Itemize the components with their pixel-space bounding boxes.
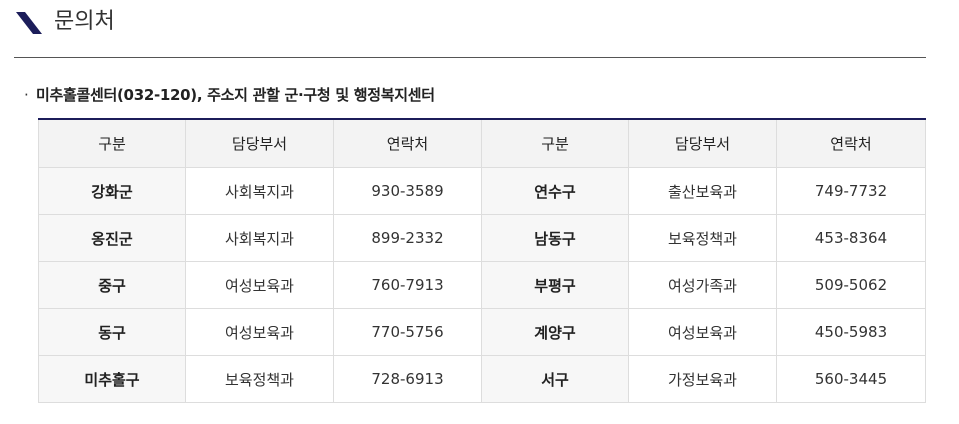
phone-number: 899-2332 — [333, 214, 482, 262]
department-name: 출산보육과 — [628, 167, 777, 215]
slash-mark-icon — [16, 12, 42, 34]
phone-number: 770-5756 — [333, 308, 482, 356]
district-name: 서구 — [481, 355, 629, 403]
table-row: 옹진군 사회복지과 899-2332 남동구 보육정책과 453-8364 — [38, 214, 926, 262]
section-header: 문의처 — [14, 4, 926, 58]
phone-number: 749-7732 — [776, 167, 926, 215]
phone-number: 509-5062 — [776, 261, 926, 309]
phone-number: 450-5983 — [776, 308, 926, 356]
column-header-division: 구분 — [38, 118, 186, 168]
table-row: 중구 여성보육과 760-7913 부평구 여성가족과 509-5062 — [38, 261, 926, 309]
table-row: 미추홀구 보육정책과 728-6913 서구 가정보육과 560-3445 — [38, 355, 926, 403]
page-title: 문의처 — [54, 9, 115, 34]
contact-intro-text: 미추홀콜센터(032-120), 주소지 관할 군·구청 및 행정복지센터 — [36, 86, 435, 104]
table-header-row: 구분 담당부서 연락처 구분 담당부서 연락처 — [38, 118, 926, 168]
phone-number: 453-8364 — [776, 214, 926, 262]
column-header-department: 담당부서 — [628, 118, 777, 168]
district-name: 중구 — [38, 261, 186, 309]
table-row: 동구 여성보육과 770-5756 계양구 여성보육과 450-5983 — [38, 308, 926, 356]
table-row: 강화군 사회복지과 930-3589 연수구 출산보육과 749-7732 — [38, 167, 926, 215]
district-name: 미추홀구 — [38, 355, 186, 403]
column-header-contact: 연락처 — [776, 118, 926, 168]
phone-number: 930-3589 — [333, 167, 482, 215]
contact-table: 구분 담당부서 연락처 구분 담당부서 연락처 강화군 사회복지과 930-35… — [38, 118, 926, 403]
department-name: 여성보육과 — [185, 261, 334, 309]
district-name: 부평구 — [481, 261, 629, 309]
column-header-department: 담당부서 — [185, 118, 334, 168]
phone-number: 760-7913 — [333, 261, 482, 309]
bullet-icon: · — [24, 86, 29, 104]
phone-number: 560-3445 — [776, 355, 926, 403]
district-name: 동구 — [38, 308, 186, 356]
department-name: 여성보육과 — [628, 308, 777, 356]
department-name: 여성가족과 — [628, 261, 777, 309]
district-name: 남동구 — [481, 214, 629, 262]
district-name: 옹진군 — [38, 214, 186, 262]
department-name: 보육정책과 — [185, 355, 334, 403]
column-header-division: 구분 — [481, 118, 629, 168]
contact-intro: · 미추홀콜센터(032-120), 주소지 관할 군·구청 및 행정복지센터 — [24, 84, 435, 106]
phone-number: 728-6913 — [333, 355, 482, 403]
department-name: 사회복지과 — [185, 167, 334, 215]
department-name: 가정보육과 — [628, 355, 777, 403]
district-name: 강화군 — [38, 167, 186, 215]
department-name: 사회복지과 — [185, 214, 334, 262]
district-name: 연수구 — [481, 167, 629, 215]
district-name: 계양구 — [481, 308, 629, 356]
department-name: 보육정책과 — [628, 214, 777, 262]
department-name: 여성보육과 — [185, 308, 334, 356]
column-header-contact: 연락처 — [333, 118, 482, 168]
